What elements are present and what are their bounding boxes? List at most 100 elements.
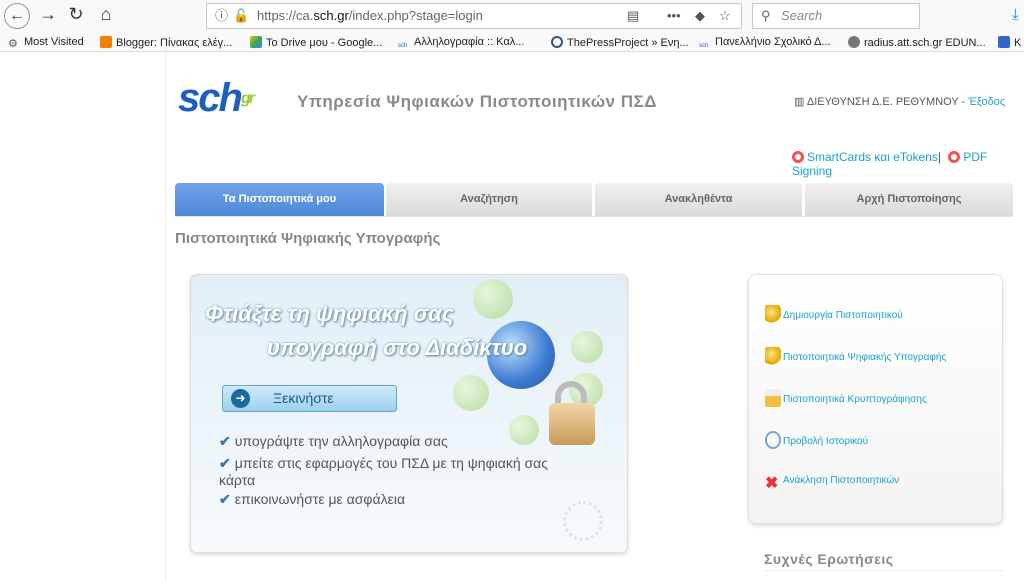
- revoke-link[interactable]: ✖ Ανάκληση Πιστοποιητικών: [765, 473, 900, 492]
- link-label: Ανάκληση Πιστοποιητικών: [783, 475, 900, 486]
- org-name: ΔΙΕΥΘΥΝΣΗ Δ.Ε. ΡΕΘΥΜΝΟΥ: [806, 96, 959, 108]
- tab-divider: [175, 216, 1013, 217]
- search-placeholder: Search: [781, 8, 823, 23]
- bookmarks-bar: ⚙ Most Visited Blogger: Πίνακας ελέγ... Τ…: [0, 32, 1024, 52]
- link-separator: |: [937, 150, 941, 164]
- bookmark-star-icon[interactable]: ☆: [719, 4, 731, 28]
- link-label: Δημιουργία Πιστοποιητικού: [783, 310, 903, 321]
- history-link[interactable]: Προβολή Ιστορικού: [765, 431, 868, 449]
- check-text: επικοινωνήστε με ασφάλεια: [234, 491, 406, 507]
- separator: -: [958, 96, 969, 108]
- lifebuoy-icon: [792, 151, 804, 163]
- drive-icon: [250, 36, 262, 48]
- encryption-certificates-link[interactable]: Πιστοποιητικά Κρυπτογράφησης: [765, 389, 927, 407]
- url-domain: sch.gr: [313, 8, 349, 23]
- start-label: Ξεκινήστε: [273, 390, 334, 406]
- home-button[interactable]: ⌂: [94, 4, 118, 25]
- back-button[interactable]: ←: [4, 3, 30, 29]
- create-certificate-link[interactable]: Δημιουργία Πιστοποιητικού: [765, 305, 903, 323]
- sch-icon: sch: [398, 43, 408, 49]
- bookmark-k[interactable]: K: [998, 36, 1021, 49]
- reload-button[interactable]: ↻: [64, 4, 88, 25]
- reader-view-icon[interactable]: ▤: [627, 4, 639, 28]
- revoke-icon: ✖: [765, 475, 779, 492]
- signature-certificates-link[interactable]: Πιστοποιητικά Ψηφιακής Υπογραφής: [765, 347, 946, 365]
- smartcards-link[interactable]: SmartCards και eTokens: [807, 150, 938, 164]
- checkmark-icon: ✔: [219, 433, 231, 449]
- tab-search[interactable]: Αναζήτηση: [386, 183, 592, 216]
- check-item: ✔ μπείτε στις εφαρμογές του ΠΣΔ με τη ψηφ…: [219, 455, 579, 489]
- bubble: [571, 331, 603, 363]
- bookmark-label: Most Visited: [24, 36, 84, 48]
- certificate-icon: [765, 347, 781, 365]
- page-title: Υπηρεσία Ψηφιακών Πιστοποιητικών ΠΣΔ: [297, 92, 657, 111]
- arrow-right-icon: ➜: [231, 389, 250, 408]
- seal-icon: [563, 501, 603, 541]
- link-label: Πιστοποιητικά Κρυπτογράφησης: [783, 394, 927, 405]
- search-input[interactable]: ⚲ Search: [752, 3, 920, 29]
- certificate-add-icon: [765, 305, 781, 323]
- globe-icon: [848, 36, 860, 48]
- pressproject-icon: [551, 36, 563, 48]
- gear-icon: ⚙: [8, 38, 18, 50]
- tab-certificate-authority[interactable]: Αρχή Πιστοποίησης: [805, 183, 1013, 216]
- tab-my-certificates[interactable]: Τα Πιστοποιητικά μου: [175, 183, 384, 216]
- tab-revoked[interactable]: Ανακληθέντα: [595, 183, 802, 216]
- section-heading: Πιστοποιητικά Ψηφιακής Υπογραφής: [175, 230, 441, 247]
- bookmark-label: ThePressProject » Ενη...: [567, 37, 689, 49]
- blogger-icon: [100, 36, 112, 48]
- forward-button[interactable]: →: [36, 4, 60, 25]
- url-path: /index.php?stage=login: [348, 8, 483, 23]
- lock-certificate-icon: [765, 389, 781, 407]
- actions-panel: Δημιουργία Πιστοποιητικού Πιστοποιητικά …: [748, 274, 1003, 524]
- site-icon: [998, 36, 1010, 48]
- digital-signature-banner: Φτιάξτε τη ψηφιακή σας υπογραφή στο Διαδ…: [190, 274, 628, 553]
- url-prefix: https://ca.: [257, 8, 314, 23]
- search-icon: ⚲: [761, 8, 771, 23]
- lifebuoy-icon: [948, 151, 961, 163]
- pocket-icon[interactable]: ◆: [695, 4, 705, 28]
- sch-icon: sch: [699, 43, 709, 49]
- content-border: [165, 52, 166, 581]
- bookmark-pressproject[interactable]: ThePressProject » Ενη...: [551, 36, 689, 49]
- check-item: ✔ υπογράψτε την αλληλογραφία σας: [219, 433, 579, 450]
- download-icon[interactable]: ⤓: [1012, 6, 1019, 23]
- banner-line2: υπογραφή στο Διαδίκτυο: [267, 335, 528, 360]
- logout-link[interactable]: Έξοδος: [968, 96, 1005, 108]
- faq-heading[interactable]: Συχνές Ερωτήσεις: [764, 551, 894, 567]
- bookmark-radius[interactable]: radius.att.sch.gr EDUN...: [848, 36, 986, 49]
- bookmark-label: Blogger: Πίνακας ελέγ...: [116, 37, 233, 49]
- bubble: [453, 375, 489, 411]
- browser-toolbar: ← → ↻ ⌂ ⓘ 🔓 https://ca.sch.gr/index.php?…: [0, 0, 1024, 32]
- user-org: ▥ ΔΙΕΥΘΥΝΣΗ Δ.Ε. ΡΕΘΥΜΝΟΥ - Έξοδος: [794, 95, 1005, 108]
- sch-logo[interactable]: schgr: [178, 76, 255, 121]
- faq-divider: [764, 570, 1004, 571]
- check-text: υπογράψτε την αλληλογραφία σας: [234, 433, 448, 449]
- link-label: Πιστοποιητικά Ψηφιακής Υπογραφής: [783, 352, 947, 363]
- bookmark-psd[interactable]: sch Πανελλήνιο Σχολικό Δ...: [699, 36, 831, 51]
- link-label: Προβολή Ιστορικού: [783, 436, 869, 447]
- start-button[interactable]: ➜ Ξεκινήστε: [222, 385, 397, 412]
- history-clock-icon: [765, 431, 781, 449]
- url-bar[interactable]: ⓘ 🔓 https://ca.sch.gr/index.php?stage=lo…: [206, 3, 742, 29]
- banner-line1: Φτιάξτε τη ψηφιακή σας: [205, 301, 454, 326]
- header-links: SmartCards και eTokens| PDF Signing: [792, 150, 1024, 178]
- bookmark-label: K: [1014, 37, 1022, 49]
- building-icon: ▥: [794, 96, 807, 108]
- bookmark-label: radius.att.sch.gr EDUN...: [864, 37, 986, 49]
- more-icon[interactable]: •••: [667, 4, 681, 28]
- check-text: μπείτε στις εφαρμογές του ΠΣΔ με τη ψηφι…: [219, 455, 549, 488]
- checkmark-icon: ✔: [219, 491, 231, 507]
- bookmark-drive[interactable]: Το Drive μου - Google...: [250, 36, 382, 49]
- info-icon[interactable]: ⓘ: [215, 4, 228, 28]
- bookmark-label: Αλληλογραφία :: Καλ...: [414, 36, 525, 48]
- bookmark-label: Πανελλήνιο Σχολικό Δ...: [715, 36, 831, 48]
- check-item: ✔ επικοινωνήστε με ασφάλεια: [219, 491, 579, 508]
- lock-warning-icon: 🔓: [233, 8, 250, 23]
- bubble: [473, 279, 513, 319]
- bookmark-mail[interactable]: sch Αλληλογραφία :: Καλ...: [398, 36, 525, 51]
- bookmark-label: Το Drive μου - Google...: [266, 37, 383, 49]
- bookmark-blogger[interactable]: Blogger: Πίνακας ελέγ...: [100, 36, 232, 49]
- checkmark-icon: ✔: [219, 455, 231, 471]
- bookmark-most-visited[interactable]: ⚙ Most Visited: [8, 36, 84, 50]
